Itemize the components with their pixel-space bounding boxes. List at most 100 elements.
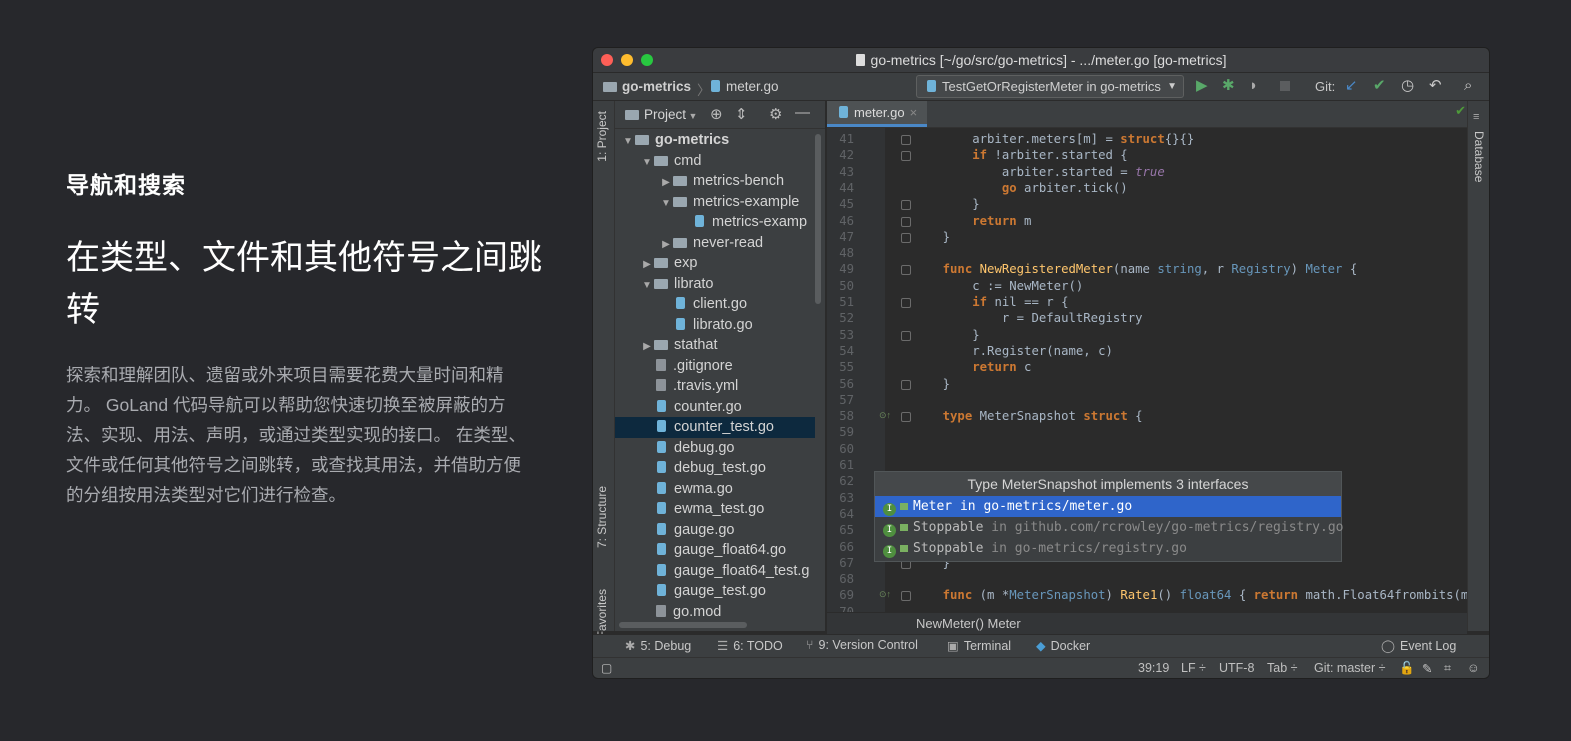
tree-item[interactable]: ewma_test.go	[615, 499, 815, 520]
git-update-icon[interactable]: ↙	[1345, 78, 1358, 94]
tree-item[interactable]: debug_test.go	[615, 458, 815, 479]
tree-item[interactable]: .gitignore	[615, 356, 815, 377]
file-encoding[interactable]: UTF-8	[1219, 661, 1254, 675]
debug-icon[interactable]: ✱	[1222, 78, 1235, 94]
search-icon[interactable]: ⌕	[1464, 78, 1472, 94]
tree-item[interactable]: debug.go	[615, 438, 815, 459]
collapse-all-icon[interactable]: ⇕	[735, 105, 748, 123]
line-separator[interactable]: LF ÷	[1181, 661, 1206, 675]
history-icon[interactable]: ◷	[1401, 78, 1414, 94]
tree-item[interactable]: gauge_test.go	[615, 581, 815, 602]
tree-item[interactable]: ▶ exp	[615, 253, 815, 274]
fold-icon[interactable]	[901, 265, 911, 276]
run-icon[interactable]: ▶	[1196, 78, 1208, 94]
stop-icon[interactable]	[1280, 81, 1290, 91]
wrench-icon[interactable]: ✎	[1422, 661, 1432, 676]
tree-item[interactable]: ▶ metrics-bench	[615, 171, 815, 192]
tab-structure[interactable]: 7: Structure	[595, 486, 609, 548]
code-line[interactable]: 54 r.Register(name, c)	[827, 343, 1467, 359]
gear-icon[interactable]: ⚙	[769, 105, 782, 123]
code-line[interactable]: 60	[827, 441, 1467, 457]
code-line[interactable]: 44 go arbiter.tick()	[827, 180, 1467, 196]
tab-database[interactable]: Database	[1472, 131, 1486, 182]
indent-setting[interactable]: Tab ÷	[1267, 661, 1298, 675]
popup-item[interactable]: I Stoppable in go-metrics/registry.go	[875, 538, 1341, 559]
code-line[interactable]: 42 if !arbiter.started {	[827, 147, 1467, 163]
code-line[interactable]: 52 r = DefaultRegistry	[827, 310, 1467, 326]
tree-item[interactable]: ▼ metrics-example	[615, 192, 815, 213]
chevron-right-icon[interactable]: ▶	[640, 337, 654, 358]
caret-position[interactable]: 39:19	[1138, 661, 1169, 675]
fold-icon[interactable]	[901, 200, 911, 211]
fold-icon[interactable]	[901, 151, 911, 162]
run-configuration-select[interactable]: TestGetOrRegisterMeter in go-metrics ▼	[916, 75, 1184, 98]
chevron-down-icon[interactable]: ▼	[659, 194, 673, 215]
tree-item[interactable]: gauge_float64_test.g	[615, 561, 815, 582]
inspector-icon[interactable]: ☺	[1467, 661, 1480, 675]
tree-item[interactable]: ▼ go-metrics	[615, 130, 815, 151]
code-line[interactable]: 55 return c	[827, 359, 1467, 375]
git-commit-icon[interactable]: ✔	[1373, 78, 1386, 94]
implements-gutter-icon[interactable]: ⊙↑	[879, 589, 891, 600]
code-line[interactable]: 46 return m	[827, 213, 1467, 229]
code-line[interactable]: 56 }	[827, 376, 1467, 392]
tree-item[interactable]: ▶ never-read	[615, 233, 815, 254]
code-line[interactable]: 53 }	[827, 327, 1467, 343]
tool-terminal[interactable]: ▣ Terminal	[947, 638, 1011, 653]
lock-icon[interactable]: 🔓	[1399, 661, 1415, 676]
coverage-icon[interactable]: ◗	[1249, 78, 1258, 94]
tool-docker[interactable]: ◆ Docker	[1036, 638, 1090, 653]
tab-project[interactable]: 1: Project	[595, 111, 609, 162]
code-line[interactable]: 48	[827, 245, 1467, 261]
tree-item[interactable]: .travis.yml	[615, 376, 815, 397]
chevron-down-icon[interactable]: ▼	[640, 276, 654, 297]
popup-item[interactable]: I Meter in go-metrics/meter.go	[875, 496, 1341, 517]
tool-todo[interactable]: ☰ 6: TODO	[717, 638, 783, 653]
fold-icon[interactable]	[901, 298, 911, 308]
project-hscrollbar[interactable]	[619, 622, 747, 628]
tree-item[interactable]: ▼ librato	[615, 274, 815, 295]
popup-item[interactable]: I Stoppable in github.com/rcrowley/go-met…	[875, 517, 1343, 538]
tool-event-log[interactable]: ◯ Event Log	[1381, 638, 1456, 653]
fold-icon[interactable]	[901, 216, 911, 227]
tree-item[interactable]: gauge_float64.go	[615, 540, 815, 561]
nav-crumb-project[interactable]: go-metrics	[603, 79, 691, 94]
memory-icon[interactable]: ⌗	[1444, 661, 1451, 676]
revert-icon[interactable]: ↶	[1429, 78, 1442, 94]
tree-item[interactable]: ▶ stathat	[615, 335, 815, 356]
tree-item[interactable]: go.mod	[615, 602, 815, 623]
tree-item[interactable]: librato.go	[615, 315, 815, 336]
code-line[interactable]: 47 }	[827, 229, 1467, 245]
close-icon[interactable]: ×	[910, 105, 918, 120]
code-line[interactable]: 49 func NewRegisteredMeter(name string, …	[827, 261, 1467, 277]
implements-gutter-icon[interactable]: ⊙↑	[879, 410, 891, 421]
code-line[interactable]: 41 arbiter.meters[m] = struct{}{}	[827, 131, 1467, 147]
tree-item[interactable]: metrics-examp	[615, 212, 815, 233]
tree-item[interactable]: counter.go	[615, 397, 815, 418]
project-scrollbar[interactable]	[815, 134, 821, 304]
code-line[interactable]: 51 if nil == r {	[827, 294, 1467, 310]
code-line[interactable]: 69 func (m *MeterSnapshot) Rate1() float…	[827, 587, 1467, 603]
fold-icon[interactable]	[901, 232, 911, 243]
code-line[interactable]: 57	[827, 392, 1467, 408]
chevron-down-icon[interactable]: ▼	[621, 132, 635, 153]
tree-item[interactable]: ewma.go	[615, 479, 815, 500]
code-line[interactable]: 58 type MeterSnapshot struct {	[827, 408, 1467, 424]
tree-item[interactable]: client.go	[615, 294, 815, 315]
git-branch[interactable]: Git: master ÷	[1314, 661, 1385, 675]
code-line[interactable]: 68	[827, 571, 1467, 587]
code-line[interactable]: 45 }	[827, 196, 1467, 212]
fold-icon[interactable]	[901, 591, 911, 602]
code-line[interactable]: 59	[827, 424, 1467, 440]
tab-meter-go[interactable]: meter.go ×	[827, 101, 927, 127]
tree-item[interactable]: counter_test.go	[615, 417, 815, 438]
tree-item[interactable]: gauge.go	[615, 520, 815, 541]
chevron-down-icon[interactable]: ▼	[640, 153, 654, 174]
breadcrumb-function[interactable]: NewMeter() Meter	[916, 616, 1021, 631]
code-line[interactable]: 50 c := NewMeter()	[827, 278, 1467, 294]
toggle-tool-windows-icon[interactable]: ▢	[601, 661, 612, 675]
fold-icon[interactable]	[901, 135, 911, 145]
tool-version-control[interactable]: ⑂ 9: Version Control	[806, 638, 918, 652]
tree-item[interactable]: ▼ cmd	[615, 151, 815, 172]
locate-icon[interactable]: ⊕	[710, 105, 723, 123]
